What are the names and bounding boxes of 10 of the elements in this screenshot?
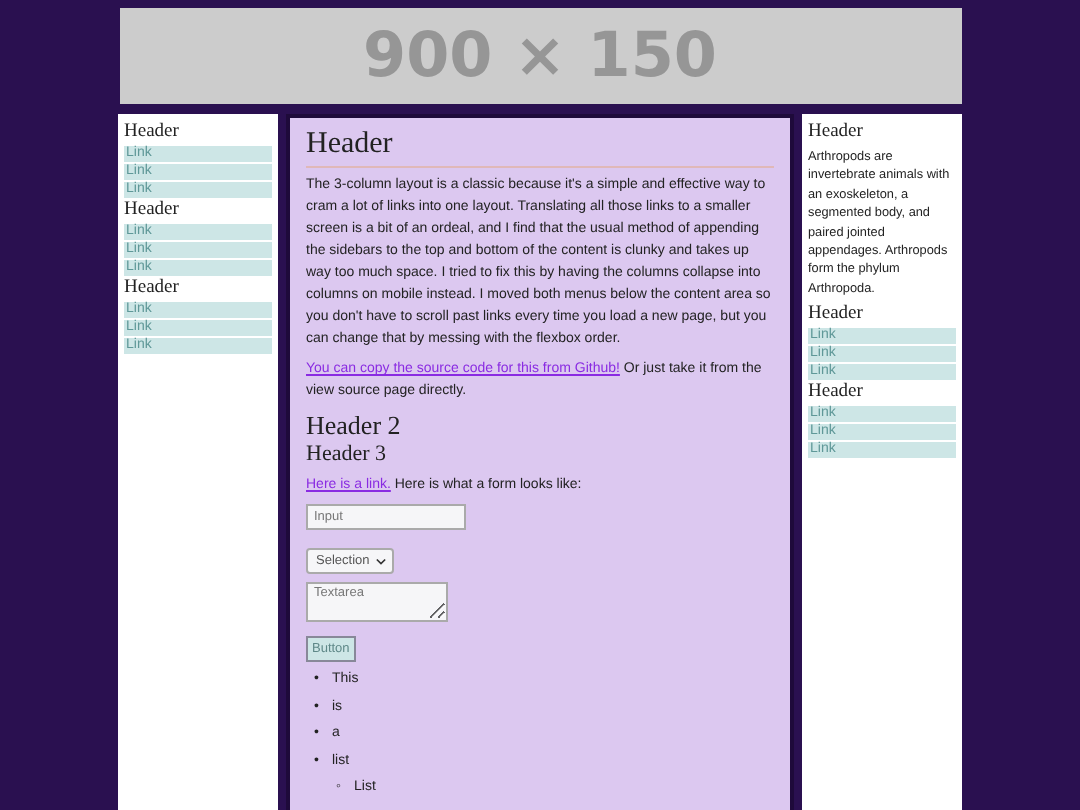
sidebar-header: Header — [808, 304, 865, 327]
header-2: Header 2 — [306, 410, 403, 441]
sidebar-header: Header — [124, 278, 181, 301]
header-3: Header 3 — [306, 440, 389, 469]
sidebar-header: Header — [808, 122, 865, 145]
sidebar-header: Header — [124, 200, 181, 223]
content-header: Header — [306, 126, 774, 169]
sidebar-header: Header — [124, 122, 181, 145]
sidebar-header: Header — [808, 382, 865, 405]
chevron-down-icon — [375, 557, 386, 566]
